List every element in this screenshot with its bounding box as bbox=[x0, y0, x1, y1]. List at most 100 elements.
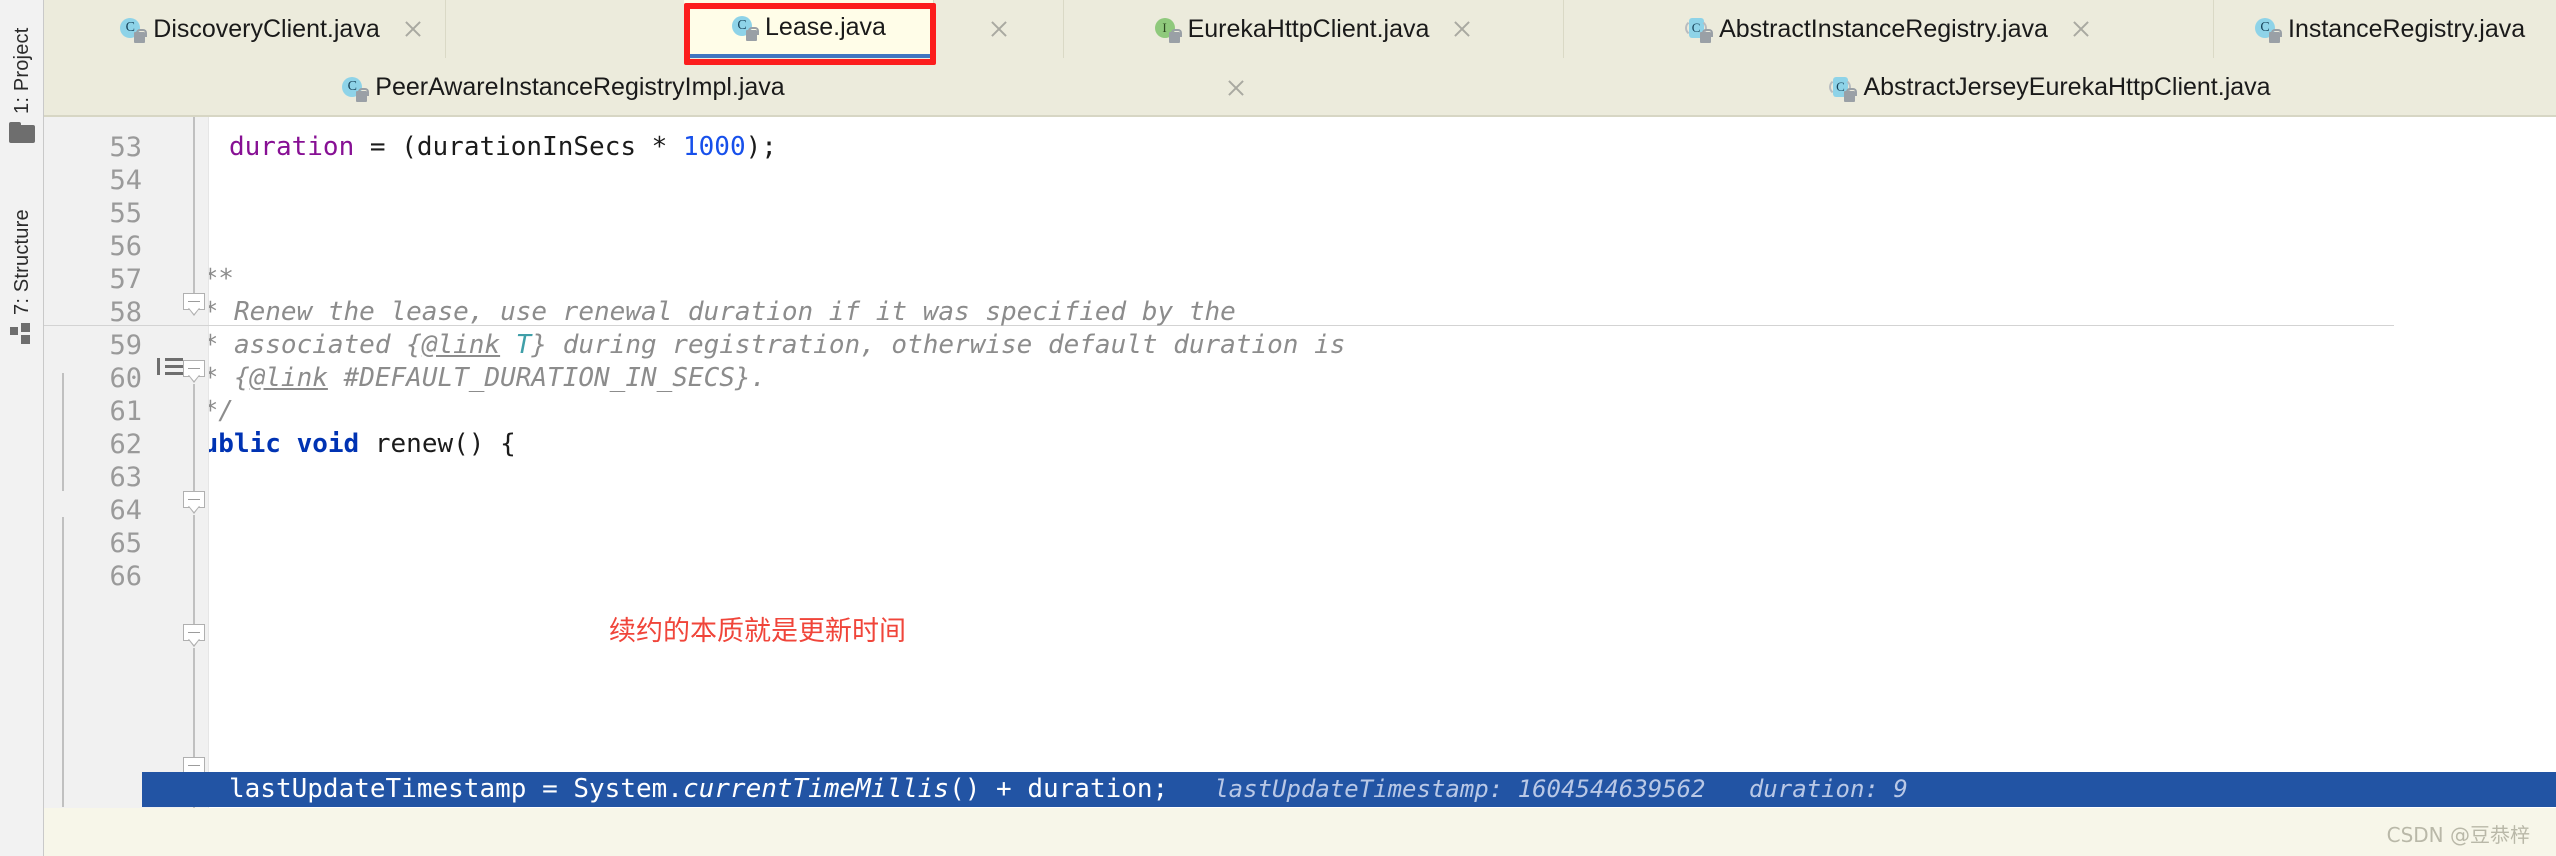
line-number: 60 bbox=[109, 363, 142, 394]
structure-icon bbox=[10, 323, 34, 345]
folder-icon bbox=[9, 122, 35, 143]
sidebar-item-structure[interactable]: 7: Structure bbox=[0, 185, 44, 345]
editor-tab-lease-close-zone[interactable] bbox=[934, 0, 1064, 58]
left-tool-window-bar: 1: Project 7: Structure bbox=[0, 0, 44, 856]
code-token-type-param: T bbox=[515, 330, 532, 360]
fold-connector-line bbox=[193, 384, 195, 491]
line-number: 53 bbox=[109, 132, 142, 163]
editor-tab-row-1: C DiscoveryClient.java C Lease.java I Eu… bbox=[44, 0, 2556, 58]
ide-window: 1: Project 7: Structure C DiscoveryClien… bbox=[0, 0, 2556, 856]
java-class-icon: C bbox=[119, 17, 148, 43]
fold-marker-icon[interactable] bbox=[183, 360, 207, 384]
code-line-62: public void renew() { bbox=[209, 428, 516, 461]
editor-tab-label: Lease.java bbox=[765, 12, 886, 41]
fold-connector-line bbox=[193, 515, 195, 624]
editor-tab-label: InstanceRegistry.java bbox=[2288, 14, 2526, 43]
code-token-link[interactable]: @link bbox=[422, 330, 500, 360]
line-number: 62 bbox=[109, 429, 142, 460]
code-token: duration bbox=[229, 132, 355, 162]
code-token: * Renew the lease, use renewal duration … bbox=[209, 297, 1236, 327]
fold-connector-line bbox=[193, 648, 195, 757]
fold-marker-icon-2[interactable] bbox=[183, 624, 207, 648]
code-token: */ bbox=[209, 396, 234, 426]
watermark-text: CSDN @豆恭梓 bbox=[2386, 823, 2530, 847]
editor-tab-bar: C DiscoveryClient.java C Lease.java I Eu… bbox=[44, 0, 2556, 117]
code-token: void bbox=[296, 429, 360, 459]
line-number: 55 bbox=[109, 198, 142, 229]
code-token: = ( bbox=[354, 132, 417, 162]
editor-tab-label: EurekaHttpClient.java bbox=[1187, 14, 1430, 43]
code-line-53: duration = (durationInSecs * 1000); bbox=[229, 131, 777, 164]
code-text-area[interactable]: duration = (durationInSecs * 1000); } /*… bbox=[209, 117, 2556, 856]
code-token: public bbox=[209, 429, 281, 459]
code-line-57: /** bbox=[209, 263, 234, 296]
java-abstract-class-icon: C bbox=[1685, 17, 1714, 43]
editor-tab-abstractinstanceregistry[interactable]: C AbstractInstanceRegistry.java bbox=[1564, 0, 2214, 58]
code-token: * bbox=[636, 132, 683, 162]
editor-tab-abstractjerseyeurekahttpclient[interactable]: C AbstractJerseyEurekaHttpClient.java bbox=[1544, 58, 2556, 117]
code-editor[interactable]: 53 54 55 56 57 58 59 60 61 62 63 64 65 6… bbox=[24, 117, 2556, 856]
editor-tab-label: PeerAwareInstanceRegistryImpl.java bbox=[375, 73, 785, 101]
code-token: () + duration; bbox=[949, 774, 1169, 804]
javadoc-guide-line bbox=[62, 373, 64, 491]
line-number: 56 bbox=[109, 231, 142, 262]
line-number: 59 bbox=[109, 330, 142, 361]
fold-marker-icon[interactable] bbox=[183, 293, 207, 317]
code-line-60: * {@link #DEFAULT_DURATION_IN_SECS}. bbox=[209, 362, 766, 395]
editor-tab-label: AbstractJerseyEurekaHttpClient.java bbox=[1863, 73, 2271, 101]
method-marker-icon[interactable] bbox=[157, 357, 183, 377]
java-class-icon: C bbox=[341, 76, 370, 102]
code-token: durationInSecs bbox=[416, 132, 637, 162]
fold-marker-icon[interactable] bbox=[183, 491, 207, 515]
line-number: 63 bbox=[109, 462, 142, 493]
java-class-icon: C bbox=[2254, 17, 2282, 43]
close-icon[interactable] bbox=[402, 18, 424, 40]
code-line-61: */ bbox=[209, 395, 234, 428]
debugger-inline-values: lastUpdateTimestamp: 1604544639562 durat… bbox=[1214, 775, 1908, 803]
code-token-method: currentTimeMillis bbox=[682, 774, 950, 804]
code-token: ); bbox=[745, 132, 777, 162]
code-token: /** bbox=[209, 264, 234, 294]
line-number: 65 bbox=[109, 528, 142, 559]
code-line-58: * Renew the lease, use renewal duration … bbox=[209, 296, 1236, 329]
editor-tab-eurekahttpclient[interactable]: I EurekaHttpClient.java bbox=[1064, 0, 1564, 58]
editor-tab-instanceregistry[interactable]: C InstanceRegistry.java bbox=[2214, 0, 2556, 58]
line-number: 66 bbox=[109, 561, 142, 592]
code-token: * associated { bbox=[209, 330, 422, 360]
indent-guide-line bbox=[62, 517, 64, 807]
editor-tab-lease[interactable]: C Lease.java bbox=[684, 0, 934, 58]
close-icon[interactable] bbox=[2070, 18, 2092, 40]
code-line-59: * associated {@link T} during registrati… bbox=[209, 329, 1345, 362]
sidebar-item-structure-label: 7: Structure bbox=[10, 209, 33, 315]
close-icon[interactable] bbox=[988, 18, 1010, 40]
editor-tab-label: DiscoveryClient.java bbox=[153, 14, 380, 43]
editor-tab-row-2: C PeerAwareInstanceRegistryImpl.java C A… bbox=[44, 58, 2556, 117]
code-line-63: lastUpdateTimestamp = System.currentTime… bbox=[229, 772, 1908, 807]
editor-tab-label: AbstractInstanceRegistry.java bbox=[1719, 14, 2048, 43]
watermark-band bbox=[44, 808, 2556, 856]
close-icon[interactable] bbox=[1225, 77, 1247, 99]
close-icon[interactable] bbox=[1451, 18, 1473, 40]
fold-connector-line bbox=[193, 117, 195, 293]
code-token: renew() { bbox=[359, 429, 516, 459]
java-class-icon: C bbox=[731, 15, 760, 41]
java-interface-icon: I bbox=[1154, 17, 1182, 43]
editor-tab-discoveryclient[interactable]: C DiscoveryClient.java bbox=[98, 0, 446, 58]
line-number: 61 bbox=[109, 396, 142, 427]
sidebar-item-project[interactable]: 1: Project bbox=[0, 6, 44, 143]
code-token: lastUpdateTimestamp = System. bbox=[229, 774, 683, 804]
java-abstract-class-icon: C bbox=[1829, 76, 1858, 102]
line-number: 57 bbox=[109, 264, 142, 295]
code-token: * { bbox=[209, 363, 250, 393]
code-token: #DEFAULT_DURATION_IN_SECS}. bbox=[327, 363, 767, 393]
line-number: 64 bbox=[109, 495, 142, 526]
code-token-link[interactable]: @link bbox=[250, 363, 328, 393]
code-token: 1000 bbox=[682, 132, 746, 162]
editor-tab-peerawareinstanceregistryimpl[interactable]: C PeerAwareInstanceRegistryImpl.java bbox=[44, 58, 1544, 117]
code-token: } during registration, otherwise default… bbox=[531, 330, 1346, 360]
annotation-text-chinese: 续约的本质就是更新时间 bbox=[609, 616, 906, 647]
sidebar-item-project-label: 1: Project bbox=[10, 27, 33, 114]
execution-highlight-gutter bbox=[142, 772, 209, 807]
